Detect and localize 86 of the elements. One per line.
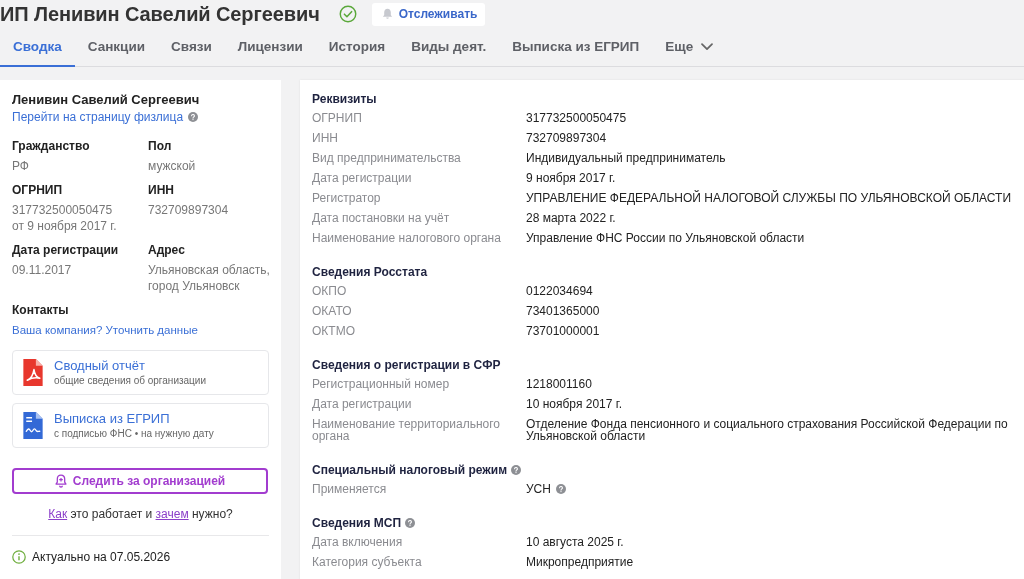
actuality-date: Актуально на 07.05.2026 — [32, 550, 171, 564]
detail-value: 732709897304 — [526, 132, 607, 144]
bell-plus-icon — [54, 474, 67, 488]
tab[interactable]: Лицензии — [224, 28, 316, 67]
tab[interactable]: История — [315, 28, 399, 67]
field-label: Дата регистрации — [12, 242, 120, 258]
detail-value: 73401365000 — [526, 305, 600, 317]
field-value: от 9 ноября 2017 г. — [12, 218, 118, 234]
detail-value: УСН — [526, 483, 551, 495]
tab[interactable]: Еще — [652, 28, 727, 67]
help-icon — [555, 484, 566, 494]
help-link[interactable]: Как — [48, 507, 68, 521]
detail-label: ОКТМО — [312, 325, 356, 337]
detail-value: Микропредприятие — [526, 556, 634, 568]
person-name: Ленивин Савелий Сергеевич — [12, 92, 201, 108]
detail-value: 73701000001 — [526, 325, 600, 337]
chevron-down-icon — [701, 42, 714, 51]
detail-value: Индивидуальный предприниматель — [526, 152, 726, 164]
detail-value: Отделение Фонда пенсионного и социального страхования Российской Федерации по Ульяновской области — [526, 418, 1009, 442]
document-subtitle: с подписью ФНС • на нужную дату — [54, 426, 214, 441]
detail-label: Вид предпринимательства — [312, 152, 462, 164]
help-icon — [188, 112, 199, 122]
bell-icon — [381, 8, 393, 20]
document-card[interactable]: Сводный отчёт общие сведения об организации — [12, 350, 269, 395]
detail-label: Применяется — [312, 483, 388, 495]
field-label: Гражданство — [12, 138, 91, 154]
detail-value: Управление ФНС России по Ульяновской области — [526, 232, 805, 244]
section-heading: Реквизиты — [312, 91, 377, 108]
document-title: Выписка из ЕГРИП — [54, 410, 171, 427]
field-value: 732709897304 — [148, 202, 230, 218]
field-value: мужской — [148, 158, 197, 174]
document-subtitle: общие сведения об организации — [54, 373, 207, 388]
detail-value: 9 ноября 2017 г. — [526, 172, 616, 184]
detail-label: Категория субъекта — [312, 556, 423, 568]
person-page-link[interactable]: Перейти на страницу физлица — [12, 109, 184, 125]
detail-label: Дата включения — [312, 536, 404, 548]
section-heading: Специальный налоговый режим — [312, 462, 508, 479]
field-label: ОГРНИП — [12, 182, 64, 198]
company-title: ИП Ленивин Савелий Сергеевич — [0, 2, 320, 26]
detail-value: УПРАВЛЕНИЕ ФЕДЕРАЛЬНОЙ НАЛОГОВОЙ СЛУЖБЫ ПО УЛЬЯНОВСКОЙ ОБЛАСТИ — [526, 192, 1011, 204]
help-icon — [405, 518, 416, 528]
field-label: Пол — [148, 138, 173, 154]
section-heading: Сведения Росстата — [312, 264, 428, 281]
tab[interactable]: Выписка из ЕГРИП — [499, 28, 653, 67]
detail-label: Дата постановки на учёт — [312, 212, 451, 224]
update-data-link[interactable]: Ваша компания? Уточнить данные — [12, 322, 269, 338]
detail-value: 10 августа 2025 г. — [526, 536, 624, 548]
tab[interactable]: Санкции — [74, 28, 158, 67]
follow-button[interactable]: Отслеживать — [371, 2, 486, 26]
document-card[interactable]: Выписка из ЕГРИП с подписью ФНС • на нужную дату — [12, 403, 269, 448]
tab[interactable]: Сводка — [0, 28, 75, 67]
verified-check-icon — [338, 5, 357, 23]
detail-label: ИНН — [312, 132, 339, 144]
section-heading: Сведения МСП — [312, 515, 402, 532]
help-link[interactable]: зачем — [155, 507, 189, 521]
detail-value: 28 марта 2022 г. — [526, 212, 616, 224]
pdf-file-icon — [23, 359, 43, 386]
detail-value: 0122034694 — [526, 285, 593, 297]
signed-document-icon — [23, 412, 43, 439]
detail-label: Регистрационный номер — [312, 378, 451, 390]
detail-label: Наименование налогового органа — [312, 232, 502, 244]
field-value: РФ — [12, 158, 30, 174]
tab[interactable]: Виды деят. — [398, 28, 500, 67]
how-it-works-text: Как это работает и зачем нужно? — [47, 506, 234, 522]
detail-label: Дата регистрации — [312, 172, 413, 184]
info-icon — [12, 550, 26, 564]
field-label: Адрес — [148, 242, 186, 258]
field-label: ИНН — [148, 182, 175, 198]
field-value: 317732500050475 — [12, 202, 114, 218]
field-value: 09.11.2017 — [12, 262, 73, 278]
detail-label: Наименование территориального органа — [312, 418, 502, 442]
detail-value: 317732500050475 — [526, 112, 627, 124]
watch-organization-button[interactable]: Следить за организацией — [12, 468, 268, 494]
section-heading: Сведения о регистрации в СФР — [312, 357, 501, 374]
detail-label: Дата регистрации — [312, 398, 413, 410]
field-value: Ульяновская область, город Ульяновск — [148, 262, 271, 294]
detail-label: ОКПО — [312, 285, 348, 297]
detail-value: 10 ноября 2017 г. — [526, 398, 622, 410]
detail-label: ОКАТО — [312, 305, 353, 317]
contacts-heading: Контакты — [12, 302, 70, 318]
tab[interactable]: Связи — [158, 28, 225, 67]
document-title: Сводный отчёт — [54, 357, 146, 374]
detail-label: ОГРНИП — [312, 112, 363, 124]
help-icon — [511, 465, 522, 475]
detail-value: 1218001160 — [526, 378, 592, 390]
detail-label: Регистратор — [312, 192, 382, 204]
